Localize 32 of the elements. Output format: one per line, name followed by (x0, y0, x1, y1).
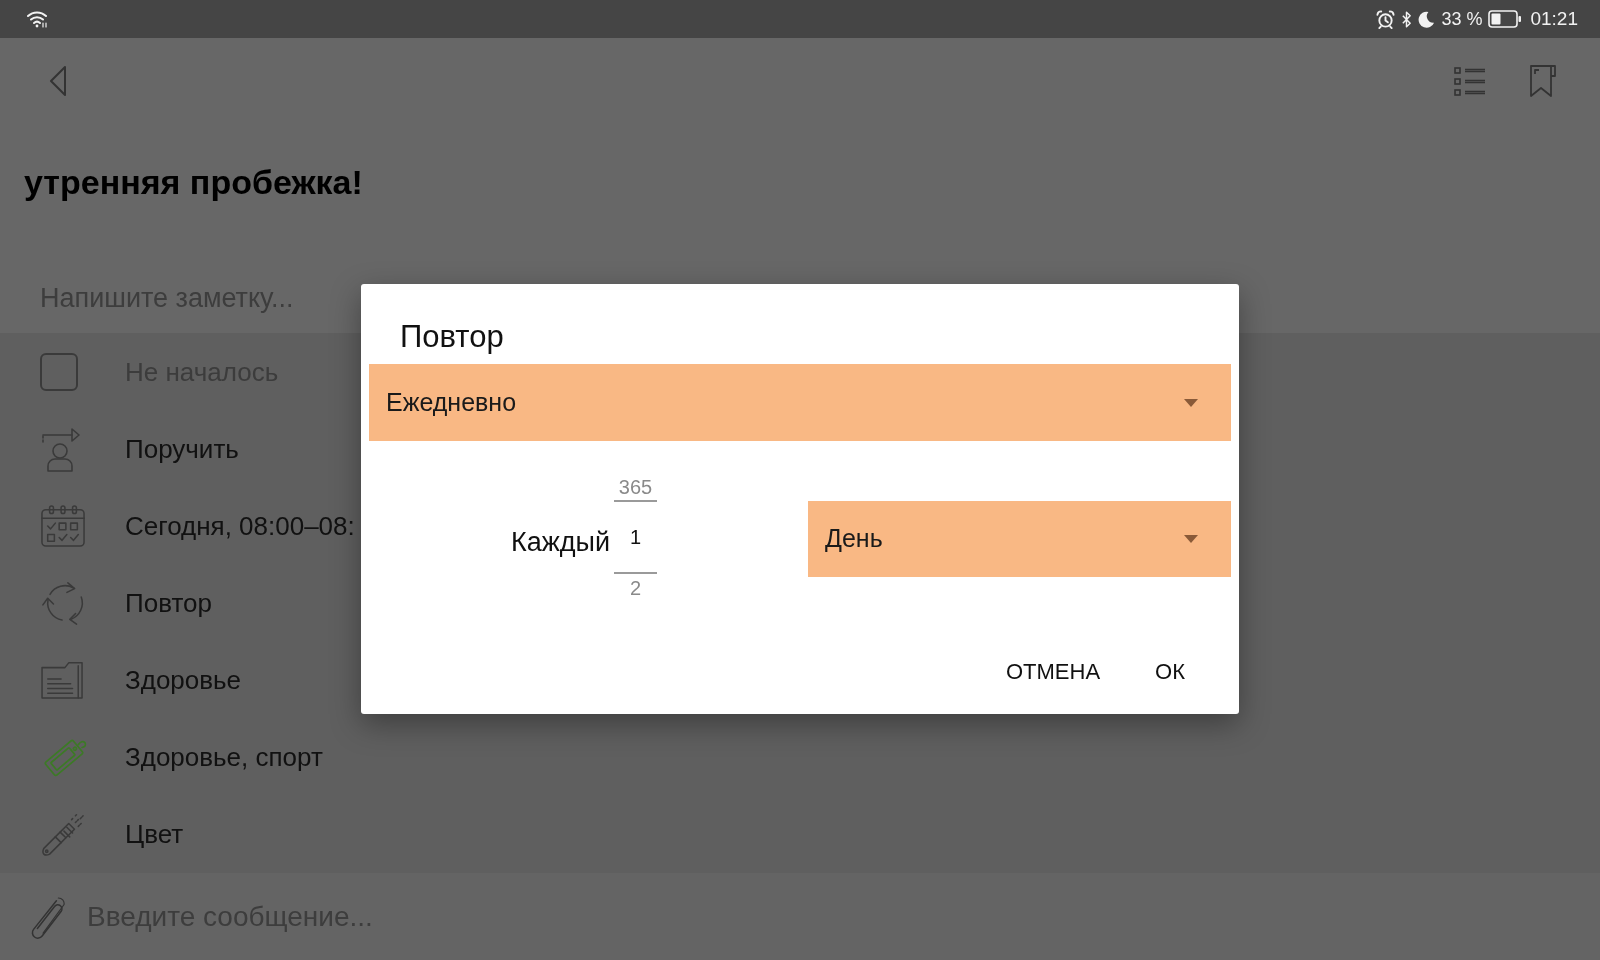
property-label[interactable]: Поручить (125, 431, 239, 466)
calendar-icon (40, 503, 86, 548)
property-label[interactable]: Цвет (125, 816, 184, 851)
picker-selected-value[interactable]: 1 (614, 500, 657, 574)
bookmark-icon[interactable] (1529, 64, 1557, 98)
wifi-icon (27, 10, 49, 28)
property-label[interactable]: Здоровье (125, 662, 242, 697)
battery-icon (1488, 10, 1523, 28)
property-label[interactable]: Здоровье, спорт (125, 739, 323, 774)
picker-previous-value[interactable]: 365 (618, 474, 653, 500)
property-label[interactable]: Сегодня, 08:00–08: (125, 508, 355, 543)
bluetooth-icon (1401, 9, 1413, 29)
folder-icon (40, 659, 86, 700)
checklist-icon[interactable] (1454, 65, 1486, 97)
checkbox[interactable] (40, 352, 78, 391)
clock-time: 01:21 (1530, 8, 1578, 30)
property-label[interactable]: Повтор (125, 585, 212, 620)
note-title: утренняя пробежка! (24, 162, 363, 202)
frequency-dropdown[interactable]: Ежедневно (369, 364, 1231, 441)
caret-icon (1184, 398, 1198, 407)
dialog-title: Повтор (400, 318, 504, 356)
every-label: Каждый (510, 525, 610, 559)
moon-icon (1418, 10, 1436, 28)
ok-button[interactable]: ОК (1139, 647, 1201, 695)
back-icon[interactable] (48, 65, 68, 97)
picker-next-value[interactable]: 2 (629, 574, 642, 603)
battery-percent: 33 % (1441, 8, 1483, 30)
cancel-button[interactable]: ОТМЕНА (989, 647, 1117, 695)
caret-icon (1184, 534, 1198, 543)
unit-dropdown[interactable]: День (808, 500, 1231, 577)
paintbrush-icon (40, 811, 86, 856)
alarm-clock-icon (1376, 9, 1396, 29)
